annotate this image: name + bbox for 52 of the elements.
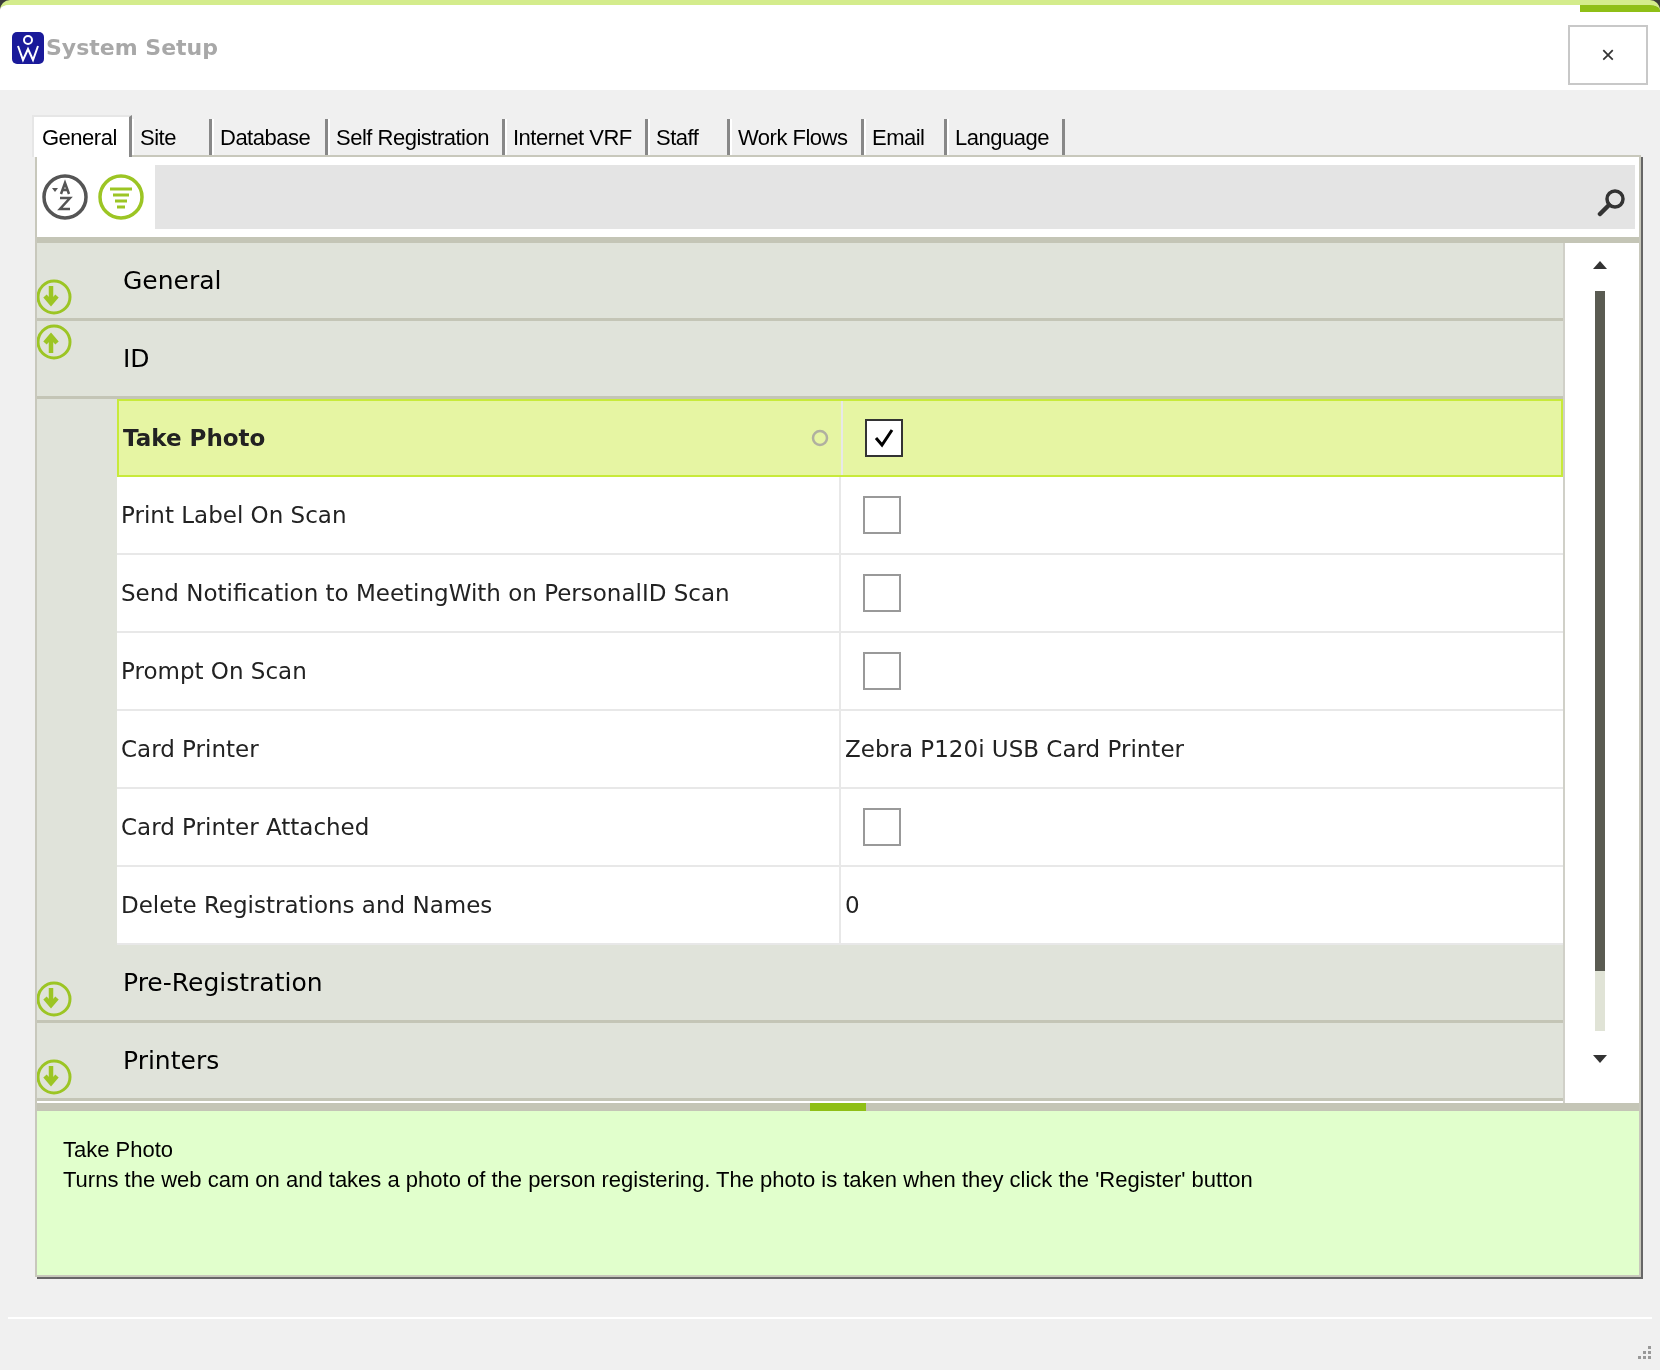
checkbox[interactable] (865, 419, 903, 457)
window-title: System Setup (46, 34, 218, 62)
property-label: Card Printer (121, 734, 260, 764)
property-label: Print Label On Scan (121, 500, 348, 530)
group-header[interactable]: Printers (123, 1041, 220, 1080)
property-label: Prompt On Scan (121, 656, 308, 686)
tab[interactable]: Database (212, 119, 328, 155)
checkbox[interactable] (863, 496, 901, 534)
expand-icon[interactable] (37, 278, 73, 316)
tab[interactable]: Self Registration (328, 119, 505, 155)
categorized-view-icon[interactable] (97, 173, 145, 221)
tab[interactable]: Language (947, 119, 1065, 155)
group-header[interactable]: Pre-Registration (123, 963, 323, 1002)
tab[interactable]: Staff (648, 119, 730, 155)
property-row[interactable]: Take Photo (117, 399, 1563, 477)
scroll-thumb[interactable] (1595, 291, 1605, 971)
search-icon (1597, 187, 1627, 217)
property-row[interactable]: Delete Registrations and Names 0 (117, 867, 1563, 945)
group-header[interactable]: General (123, 261, 222, 300)
close-button[interactable]: × (1568, 25, 1648, 85)
property-label: Delete Registrations and Names (121, 890, 494, 920)
search-field[interactable] (155, 165, 1635, 229)
edit-indicator-icon (811, 429, 829, 447)
property-row[interactable]: Send Notification to MeetingWith on PersonalID Scan (117, 555, 1563, 633)
tab[interactable]: Work Flows (730, 119, 864, 155)
checkbox[interactable] (863, 574, 901, 612)
description-text: Turns the web cam on and takes a photo of the person registering. The photo is taken when they click the 'Register' button (63, 1166, 1254, 1194)
property-row[interactable]: Card Printer Zebra P120i USB Card Printer (117, 711, 1563, 789)
scroll-up-icon[interactable] (1593, 261, 1607, 269)
description-title: Take Photo (63, 1136, 175, 1164)
property-row[interactable]: Prompt On Scan (117, 633, 1563, 711)
tab[interactable]: Internet VRF (505, 119, 648, 155)
checkbox[interactable] (863, 652, 901, 690)
expand-icon[interactable] (37, 1058, 73, 1096)
sort-alphabetical-icon[interactable] (41, 173, 89, 221)
property-label: Card Printer Attached (121, 812, 371, 842)
group-header[interactable]: ID (123, 339, 150, 378)
property-row[interactable]: Card Printer Attached (117, 789, 1563, 867)
tab[interactable]: Site (132, 119, 212, 155)
property-row[interactable]: Print Label On Scan (117, 477, 1563, 555)
tab[interactable]: General (32, 115, 132, 157)
checkbox[interactable] (863, 808, 901, 846)
collapse-icon[interactable] (37, 323, 73, 361)
property-label: Send Notification to MeetingWith on PersonalID Scan (121, 578, 731, 608)
expand-icon[interactable] (37, 980, 73, 1018)
splitter-handle[interactable] (810, 1103, 866, 1111)
property-value[interactable]: 0 (845, 887, 860, 923)
property-value[interactable]: Zebra P120i USB Card Printer (845, 731, 1184, 767)
property-label: Take Photo (123, 423, 267, 453)
tab[interactable]: Email (864, 119, 947, 155)
app-logo-icon (12, 31, 44, 64)
scroll-down-icon[interactable] (1593, 1055, 1607, 1063)
